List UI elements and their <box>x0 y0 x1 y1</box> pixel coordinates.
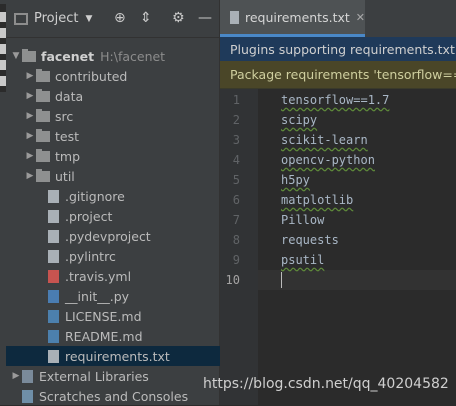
folder-icon <box>36 168 50 182</box>
tree-item-label: contributed <box>55 68 128 84</box>
line-number: 7 <box>232 213 240 227</box>
tree-item-external-libraries[interactable]: ▶ External Libraries <box>6 366 223 386</box>
tree-item-data[interactable]: ▶ data <box>6 86 237 106</box>
chevron-right-icon[interactable]: ▶ <box>24 131 36 141</box>
current-line-highlight <box>258 270 456 290</box>
code-line[interactable]: opencv-python <box>281 150 375 170</box>
file-icon <box>48 229 59 243</box>
tree-item-label: .project <box>65 208 113 224</box>
folder-icon <box>36 68 50 82</box>
code-line[interactable]: Pillow <box>281 210 324 230</box>
tree-item-label: tmp <box>55 148 81 164</box>
file-icon <box>48 209 59 223</box>
line-number: 8 <box>232 233 240 247</box>
code-line[interactable]: psutil <box>281 250 324 270</box>
close-icon[interactable]: ✕ <box>356 11 365 24</box>
tab-label: requirements.txt <box>244 9 350 25</box>
text-caret <box>281 272 282 288</box>
scratches-icon <box>22 389 33 403</box>
chevron-right-icon[interactable]: ▶ <box>24 71 36 81</box>
project-panel-header: Project ▼ ⊕ ⇕ ⚙ — <box>6 0 219 38</box>
tree-item-label: data <box>55 88 84 104</box>
root-name: facenet <box>41 48 95 64</box>
python-file-icon <box>48 289 59 303</box>
crosshair-icon[interactable]: ⊕ <box>114 10 126 26</box>
tree-item-scratches[interactable]: Scratches and Consoles <box>6 386 235 406</box>
tree-item-label: test <box>55 128 80 144</box>
root-path: H:\facenet <box>100 48 166 64</box>
line-number: 9 <box>232 253 240 267</box>
editor-area: requirements.txt ✕ Plugins supporting re… <box>220 0 456 405</box>
package-banner-text: Package requirements 'tensorflow==1. <box>230 67 456 82</box>
tree-item-label: .gitignore <box>65 188 125 204</box>
project-view-title[interactable]: Project <box>34 11 78 26</box>
tree-item-tmp[interactable]: ▶ tmp <box>6 146 237 166</box>
line-number: 2 <box>232 113 240 127</box>
code-line[interactable]: scipy <box>281 110 317 130</box>
folder-icon <box>36 88 50 102</box>
tree-item-label: util <box>55 168 75 184</box>
chevron-right-icon[interactable]: ▶ <box>24 171 36 181</box>
line-number: 3 <box>232 133 240 147</box>
tree-item-label: Scratches and Consoles <box>39 388 189 404</box>
project-panel: Project ▼ ⊕ ⇕ ⚙ — ▼ facenet H:\facenet ▶… <box>6 0 261 405</box>
text-file-icon <box>230 10 239 24</box>
code-line[interactable]: requests <box>281 230 339 250</box>
package-requirements-banner[interactable]: Package requirements 'tensorflow==1. <box>220 61 456 89</box>
line-number: 1 <box>232 93 240 107</box>
tree-root[interactable]: ▼ facenet H:\facenet <box>6 46 223 66</box>
yaml-file-icon <box>48 269 59 283</box>
tree-item-contributed[interactable]: ▶ contributed <box>6 66 237 86</box>
editor-tab-bar: requirements.txt ✕ <box>220 0 456 38</box>
file-icon <box>48 249 59 263</box>
hide-panel-icon[interactable]: — <box>198 10 212 26</box>
code-line[interactable]: tensorflow==1.7 <box>281 90 389 110</box>
chevron-right-icon[interactable]: ▶ <box>24 91 36 101</box>
gear-icon[interactable]: ⚙ <box>172 10 185 26</box>
text-file-icon <box>48 349 59 363</box>
plugins-banner[interactable]: Plugins supporting requirements.txt file <box>220 37 456 61</box>
markdown-file-icon <box>48 329 59 343</box>
folder-icon <box>36 108 50 122</box>
tree-item-label: .pylintrc <box>65 248 116 264</box>
tree-item-label: External Libraries <box>39 368 149 384</box>
tree-item-label: requirements.txt <box>65 348 170 364</box>
chevron-down-icon[interactable]: ▼ <box>10 51 22 61</box>
watermark-text: https://blog.csdn.net/qq_40204582 <box>203 376 449 392</box>
tree-item-label: LICENSE.md <box>65 308 142 324</box>
tree-item-src[interactable]: ▶ src <box>6 106 237 126</box>
folder-icon <box>36 148 50 162</box>
tree-item-label: README.md <box>65 328 143 344</box>
line-number: 10 <box>225 273 240 287</box>
tree-item-label: .travis.yml <box>65 268 132 284</box>
chevron-down-icon[interactable]: ▼ <box>85 14 92 24</box>
line-number: 4 <box>232 153 240 167</box>
library-icon <box>22 369 33 383</box>
collapse-all-icon[interactable]: ⇕ <box>140 10 152 26</box>
chevron-right-icon[interactable]: ▶ <box>24 151 36 161</box>
tree-item-label: src <box>55 108 74 124</box>
code-line[interactable]: scikit-learn <box>281 130 368 150</box>
tree-item-label: .pydevproject <box>65 228 151 244</box>
tab-requirements[interactable]: requirements.txt ✕ <box>220 0 365 37</box>
tree-item-util[interactable]: ▶ util <box>6 166 237 186</box>
chevron-right-icon[interactable]: ▶ <box>10 371 22 381</box>
code-line[interactable]: h5py <box>281 170 310 190</box>
line-number: 5 <box>232 173 240 187</box>
chevron-right-icon[interactable]: ▶ <box>24 111 36 121</box>
markdown-file-icon <box>48 309 59 323</box>
project-folder-icon <box>14 12 28 25</box>
code-line[interactable]: matplotlib <box>281 190 353 210</box>
line-number: 6 <box>232 193 240 207</box>
plugins-banner-text: Plugins supporting requirements.txt file <box>230 41 456 57</box>
folder-icon <box>36 128 50 142</box>
tree-item-test[interactable]: ▶ test <box>6 126 237 146</box>
file-icon <box>48 189 59 203</box>
tree-item-label: __init__.py <box>65 288 130 304</box>
folder-icon <box>22 48 36 62</box>
